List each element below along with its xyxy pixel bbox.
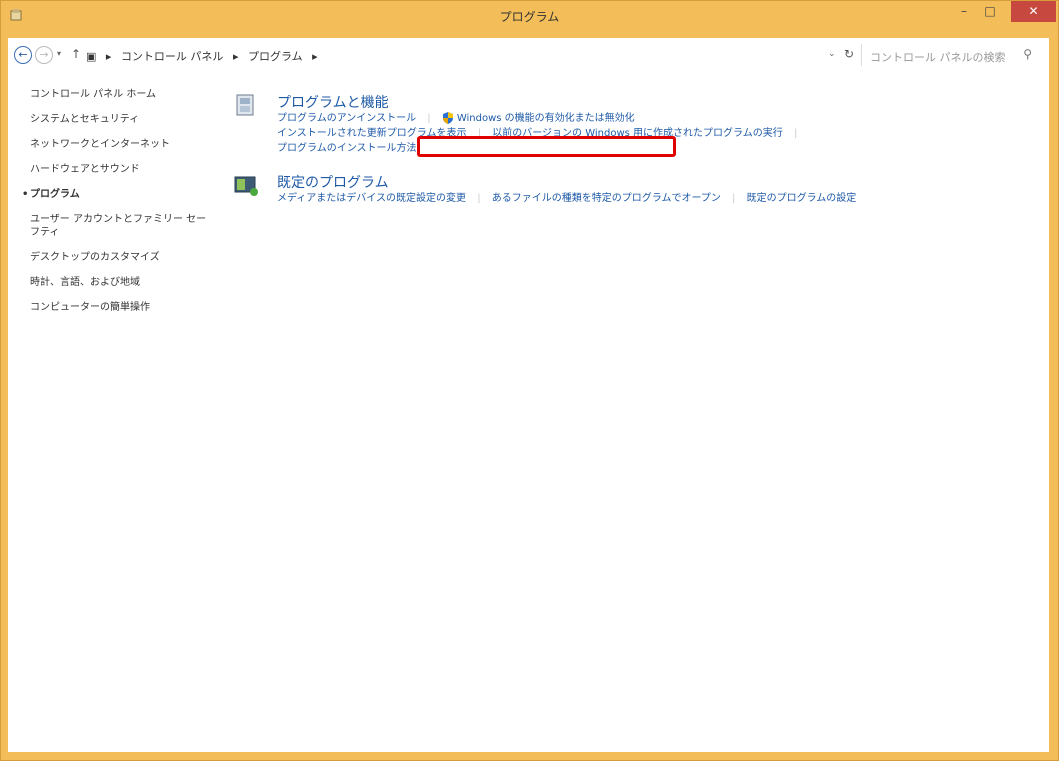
sidebar-item-user-accounts[interactable]: ユーザー アカウントとファミリー セーフティ [30, 213, 210, 239]
view-installed-updates-link[interactable]: インストールされた更新プログラムを表示 [277, 128, 467, 139]
minimize-button[interactable]: – [951, 1, 977, 22]
recent-locations-dropdown[interactable]: ▾ [57, 49, 61, 58]
breadcrumb-item-control-panel[interactable]: コントロール パネル [121, 50, 224, 63]
change-media-defaults-link[interactable]: メディアまたはデバイスの既定設定の変更 [277, 193, 466, 204]
sidebar-item-network[interactable]: ネットワークとインターネット [30, 138, 210, 151]
programs-and-features-title[interactable]: プログラムと機能 [277, 92, 389, 112]
link-separator: | [732, 193, 736, 204]
navigation-bar: ← → ▾ ↑ ▣ ▸ コントロール パネル ▸ プログラム ▸ ⌄ ↻ コント… [8, 38, 1049, 72]
up-icon[interactable]: ↑ [71, 47, 81, 61]
default-programs-title[interactable]: 既定のプログラム [277, 172, 389, 192]
search-icon[interactable]: ⚲ [1023, 47, 1032, 61]
breadcrumb-item-programs[interactable]: プログラム [248, 50, 303, 63]
breadcrumb-sep-icon: ▸ [232, 50, 239, 63]
breadcrumb-folder-icon: ▣ [86, 50, 97, 63]
sidebar-item-control-panel-home[interactable]: コントロール パネル ホーム [30, 88, 210, 101]
breadcrumb-sep-icon: ▸ [105, 50, 112, 63]
refresh-icon[interactable]: ↻ [844, 47, 854, 61]
run-older-programs-link[interactable]: 以前のバージョンの Windows 用に作成されたプログラムの実行 [492, 128, 783, 139]
programs-links: プログラムのアンインストール | Windows の機能の有効化または無効化 イ… [277, 111, 805, 156]
sidebar-item-hardware-sound[interactable]: ハードウェアとサウンド [30, 163, 210, 176]
windows-features-link[interactable]: Windows の機能の有効化または無効化 [457, 113, 635, 124]
title-bar[interactable]: プログラム – □ ✕ [1, 1, 1058, 31]
shield-icon [442, 112, 453, 124]
open-file-type-link[interactable]: あるファイルの種類を特定のプログラムでオープン [492, 193, 721, 204]
sidebar-item-label: プログラム [30, 189, 80, 200]
address-dropdown-icon[interactable]: ⌄ [828, 49, 836, 59]
set-default-programs-link[interactable]: 既定のプログラムの設定 [747, 193, 857, 204]
breadcrumb[interactable]: ▣ ▸ コントロール パネル ▸ プログラム ▸ [86, 48, 324, 64]
link-separator: | [477, 128, 482, 139]
how-to-install-program-link[interactable]: プログラムのインストール方法 [277, 143, 417, 154]
sidebar-item-programs[interactable]: • プログラム [22, 188, 210, 201]
defaults-links: メディアまたはデバイスの既定設定の変更 | あるファイルの種類を特定のプログラム… [277, 191, 856, 206]
sidebar-item-clock-region[interactable]: 時計、言語、および地域 [30, 276, 210, 289]
uninstall-program-link[interactable]: プログラムのアンインストール [277, 113, 416, 124]
forward-button[interactable]: → [35, 46, 53, 64]
close-button[interactable]: ✕ [1011, 1, 1056, 22]
sidebar-item-desktop[interactable]: デスクトップのカスタマイズ [30, 251, 210, 264]
link-separator: | [793, 128, 798, 139]
sidebar: コントロール パネル ホーム システムとセキュリティ ネットワークとインターネッ… [22, 88, 210, 326]
default-programs-icon [234, 176, 258, 196]
window-title: プログラム [499, 10, 560, 24]
search-placeholder: コントロール パネルの検索 [870, 51, 1006, 64]
sidebar-item-system-security[interactable]: システムとセキュリティ [30, 113, 210, 126]
current-bullet-icon: • [22, 189, 29, 200]
breadcrumb-sep-icon[interactable]: ▸ [312, 50, 318, 63]
link-separator: | [477, 193, 481, 204]
link-separator: | [427, 113, 431, 124]
maximize-button[interactable]: □ [977, 1, 1003, 22]
search-input[interactable]: コントロール パネルの検索 ⚲ [861, 44, 1038, 66]
sidebar-item-ease-of-access[interactable]: コンピューターの簡単操作 [30, 301, 210, 314]
back-button[interactable]: ← [14, 46, 32, 64]
programs-and-features-icon [236, 94, 254, 116]
